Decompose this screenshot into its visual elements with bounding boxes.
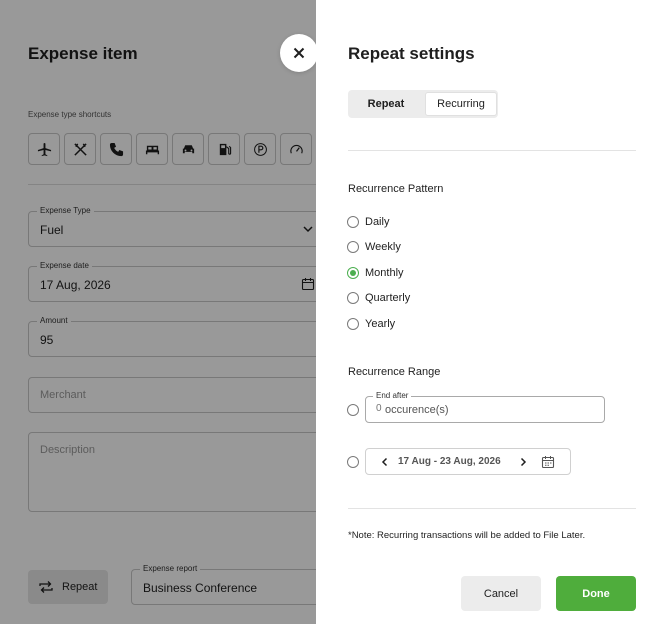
radio-button[interactable]	[347, 216, 359, 228]
modal-overlay[interactable]	[0, 0, 316, 624]
radio-button[interactable]	[347, 241, 359, 253]
radio-quarterly[interactable]: Quarterly	[347, 292, 410, 304]
calendar-icon[interactable]	[541, 455, 555, 469]
recurrence-pattern-label: Recurrence Pattern	[348, 183, 444, 195]
chevron-left-icon[interactable]	[380, 457, 390, 467]
date-range-text: 17 Aug - 23 Aug, 2026	[398, 456, 501, 467]
radio-button-selected[interactable]	[347, 267, 359, 279]
occurrences-suffix: occurence(s)	[385, 404, 449, 416]
radio-label: Quarterly	[365, 292, 411, 304]
radio-label: Daily	[365, 216, 390, 228]
radio-button[interactable]	[347, 404, 359, 416]
radio-label: Weekly	[365, 241, 401, 253]
chevron-right-icon[interactable]	[518, 457, 528, 467]
repeat-settings-panel: Repeat settings Repeat Recurring Recurre…	[316, 0, 667, 624]
recurring-note: *Note: Recurring transactions will be ad…	[348, 530, 586, 541]
radio-button[interactable]	[347, 318, 359, 330]
divider	[348, 150, 636, 151]
radio-monthly[interactable]: Monthly	[347, 267, 404, 279]
end-after-label: End after	[373, 391, 412, 400]
radio-yearly[interactable]: Yearly	[347, 318, 395, 330]
radio-button[interactable]	[347, 456, 359, 468]
radio-label: Yearly	[365, 318, 396, 330]
radio-weekly[interactable]: Weekly	[347, 241, 401, 253]
panel-title: Repeat settings	[348, 44, 475, 63]
divider	[348, 508, 636, 509]
radio-button[interactable]	[347, 292, 359, 304]
radio-end-after[interactable]	[347, 404, 359, 416]
close-button[interactable]	[280, 34, 318, 72]
repeat-tabs: Repeat Recurring	[348, 90, 498, 118]
cancel-button[interactable]: Cancel	[461, 576, 541, 611]
tab-recurring[interactable]: Recurring	[425, 92, 497, 116]
end-after-field[interactable]: End after occurence(s)	[365, 391, 605, 423]
tab-repeat[interactable]: Repeat	[348, 90, 424, 118]
close-icon	[293, 47, 305, 59]
done-button[interactable]: Done	[556, 576, 636, 611]
radio-daily[interactable]: Daily	[347, 216, 389, 228]
radio-label: Monthly	[365, 267, 404, 279]
date-range-picker[interactable]: 17 Aug - 23 Aug, 2026	[365, 448, 571, 475]
radio-date-range[interactable]	[347, 456, 359, 468]
recurrence-range-label: Recurrence Range	[348, 366, 441, 378]
